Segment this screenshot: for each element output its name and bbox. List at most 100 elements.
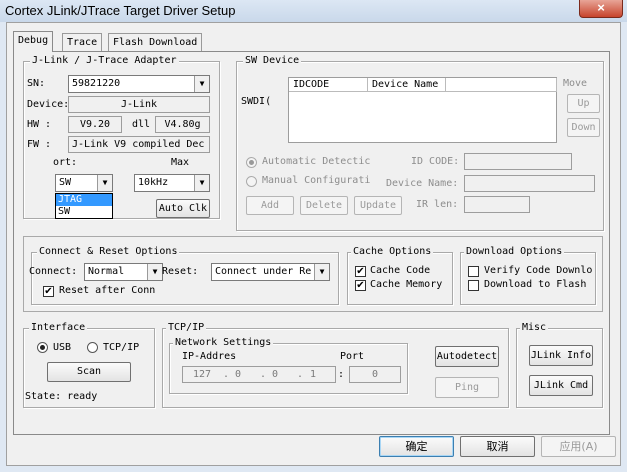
tab-flash-download[interactable]: Flash Download — [108, 33, 203, 51]
device-name-field[interactable] — [464, 175, 595, 192]
max-clock-select[interactable]: 10kHz ▼ — [134, 174, 210, 192]
ir-len-label: IR len: — [416, 199, 459, 210]
port-label: ort: — [53, 157, 78, 168]
connect-label: Connect: — [29, 266, 78, 277]
autodetect-button[interactable]: Autodetect — [435, 346, 499, 367]
verify-code-label: Verify Code Downlo — [484, 265, 593, 276]
check-icon: ✔ — [356, 280, 365, 291]
cache-code-checkbox[interactable]: ✔ — [355, 266, 366, 277]
sw-device-group-title: SW Device — [243, 55, 302, 67]
misc-group: Misc JLink Info JLink Cmd — [516, 322, 603, 408]
cache-memory-label: Cache Memory — [370, 279, 443, 290]
manual-configuration-radio[interactable] — [246, 176, 257, 187]
sw-device-group: SW Device SWDI( IDCODE Device Name Move … — [236, 55, 604, 231]
automatic-detection-radio[interactable] — [246, 157, 257, 168]
cache-code-label: Cache Code — [370, 265, 431, 276]
column-idcode[interactable]: IDCODE — [289, 78, 368, 92]
automatic-detection-label: Automatic Detectic — [262, 156, 371, 167]
hw-value: V9.20 — [68, 116, 122, 133]
device-value: J-Link — [68, 96, 210, 113]
add-button[interactable]: Add — [246, 196, 294, 215]
debug-tab-panel: J-Link / J-Trace Adapter SN: 59821220 ▼ … — [13, 51, 610, 435]
ok-button[interactable]: 确定 — [379, 436, 454, 457]
dll-label: dll — [132, 119, 151, 130]
manual-configuration-label: Manual Configurati — [262, 175, 371, 186]
title-bar: Cortex JLink/JTrace Target Driver Setup … — [0, 0, 627, 22]
download-options-group-title: Download Options — [464, 246, 565, 258]
port-select[interactable]: SW ▼ — [55, 174, 113, 192]
sn-value: 59821220 — [72, 78, 121, 89]
network-settings-title: Network Settings — [173, 337, 274, 349]
ip-dot: . — [223, 369, 230, 380]
cache-options-group-title: Cache Options — [351, 246, 434, 258]
tcpip-radio[interactable] — [87, 342, 98, 353]
apply-button[interactable]: 应用(A) — [541, 436, 616, 457]
chevron-down-icon: ▼ — [97, 175, 112, 191]
connect-reset-group-title: Connect & Reset Options — [37, 246, 180, 258]
id-code-field[interactable] — [464, 153, 572, 170]
port-option-sw[interactable]: SW — [56, 206, 112, 218]
connect-reset-group: Connect & Reset Options Connect: Normal … — [29, 246, 339, 305]
tab-debug[interactable]: Debug — [13, 31, 54, 52]
sn-select[interactable]: 59821220 ▼ — [68, 75, 210, 93]
chevron-down-icon: ▼ — [194, 175, 209, 191]
reset-label: Reset: — [162, 266, 199, 277]
reset-after-connect-label: Reset after Conn — [59, 285, 156, 296]
ip-address-field[interactable]: 127 . 0 . 0 . 1 — [182, 366, 336, 383]
move-down-button[interactable]: Down — [567, 118, 600, 137]
window-title: Cortex JLink/JTrace Target Driver Setup — [5, 3, 236, 18]
cancel-button[interactable]: 取消 — [460, 436, 535, 457]
id-code-label: ID CODE: — [411, 156, 460, 167]
ip-octet-1: 127 — [193, 369, 212, 380]
download-to-flash-label: Download to Flash — [484, 279, 587, 290]
tab-trace[interactable]: Trace — [62, 33, 103, 51]
tcpip-radio-label: TCP/IP — [103, 342, 140, 353]
connection-state: State: ready — [25, 391, 98, 402]
ip-octet-4: 1 — [310, 369, 317, 380]
usb-label: USB — [53, 342, 72, 353]
max-label: Max — [171, 157, 190, 168]
verify-code-checkbox[interactable] — [468, 266, 479, 277]
ir-len-field[interactable] — [464, 196, 530, 213]
port-field-label: Port — [340, 351, 365, 362]
fw-value: J-Link V9 compiled Dec : — [68, 136, 210, 153]
ip-address-label: IP-Addres — [182, 351, 237, 362]
ip-octet-2: 0 — [235, 369, 242, 380]
ip-octet-3: 0 — [272, 369, 279, 380]
port-value: SW — [59, 177, 72, 188]
dll-value: V4.80g — [155, 116, 210, 133]
port-dropdown-list: JTAG SW — [55, 193, 113, 219]
chevron-down-icon: ▼ — [314, 264, 329, 280]
port-option-jtag[interactable]: JTAG — [56, 194, 112, 206]
fw-label: FW : — [27, 139, 52, 150]
sn-label: SN: — [27, 78, 46, 89]
device-list[interactable]: IDCODE Device Name — [288, 77, 557, 143]
reset-select[interactable]: Connect under Re ▼ — [211, 263, 330, 281]
cache-memory-checkbox[interactable]: ✔ — [355, 280, 366, 291]
usb-radio[interactable] — [37, 342, 48, 353]
delete-button[interactable]: Delete — [300, 196, 348, 215]
jlink-cmd-button[interactable]: JLink Cmd — [529, 375, 593, 396]
close-button[interactable]: × — [579, 0, 623, 18]
check-icon: ✔ — [44, 286, 53, 297]
hw-label: HW : — [27, 119, 52, 130]
chevron-down-icon: ▼ — [147, 264, 162, 280]
column-device-name[interactable]: Device Name — [368, 78, 446, 92]
tcpip-group-title: TCP/IP — [166, 322, 207, 334]
interface-group-title: Interface — [29, 322, 88, 334]
connect-select[interactable]: Normal ▼ — [84, 263, 163, 281]
port-separator: : — [338, 369, 345, 380]
jlink-info-button[interactable]: JLink Info — [529, 345, 593, 366]
update-button[interactable]: Update — [354, 196, 402, 215]
move-label: Move — [563, 78, 588, 89]
scan-button[interactable]: Scan — [47, 362, 131, 382]
move-up-button[interactable]: Up — [567, 94, 600, 113]
ping-button[interactable]: Ping — [435, 377, 499, 398]
adapter-group-title: J-Link / J-Trace Adapter — [30, 55, 179, 67]
download-options-group: Download Options Verify Code Downlo Down… — [460, 246, 596, 305]
port-field[interactable]: 0 — [349, 366, 401, 383]
auto-clk-button[interactable]: Auto Clk — [156, 199, 210, 218]
download-to-flash-checkbox[interactable] — [468, 280, 479, 291]
reset-after-connect-checkbox[interactable]: ✔ — [43, 286, 54, 297]
adapter-group: J-Link / J-Trace Adapter SN: 59821220 ▼ … — [23, 55, 220, 219]
